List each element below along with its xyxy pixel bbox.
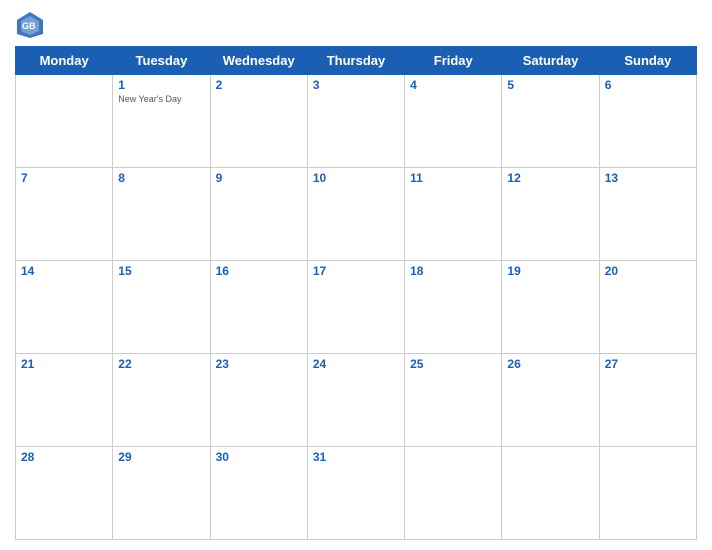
logo: GB	[15, 10, 49, 40]
day-number: 5	[507, 78, 593, 92]
day-number: 16	[216, 264, 302, 278]
calendar-week-4: 21 22 23 24 25 26 27	[16, 354, 697, 447]
calendar-cell: 20	[599, 261, 696, 354]
day-number: 13	[605, 171, 691, 185]
calendar-cell: 13	[599, 168, 696, 261]
calendar-cell: 14	[16, 261, 113, 354]
day-number: 17	[313, 264, 399, 278]
weekday-header-sunday: Sunday	[599, 47, 696, 75]
calendar-cell: 12	[502, 168, 599, 261]
calendar-week-1: 1 New Year's Day 23456	[16, 75, 697, 168]
weekday-header-saturday: Saturday	[502, 47, 599, 75]
calendar-cell: 22	[113, 354, 210, 447]
day-number: 2	[216, 78, 302, 92]
calendar-cell: 18	[405, 261, 502, 354]
day-number: 31	[313, 450, 399, 464]
calendar-table: MondayTuesdayWednesdayThursdayFridaySatu…	[15, 46, 697, 540]
calendar-cell: 1 New Year's Day	[113, 75, 210, 168]
calendar-cell: 16	[210, 261, 307, 354]
day-number: 3	[313, 78, 399, 92]
day-number: 20	[605, 264, 691, 278]
svg-text:GB: GB	[22, 21, 36, 31]
day-number: 19	[507, 264, 593, 278]
calendar-cell	[16, 75, 113, 168]
calendar-cell: 21	[16, 354, 113, 447]
day-number: 7	[21, 171, 107, 185]
calendar-cell: 4	[405, 75, 502, 168]
day-number: 23	[216, 357, 302, 371]
day-number: 6	[605, 78, 691, 92]
day-number: 9	[216, 171, 302, 185]
calendar-cell: 24	[307, 354, 404, 447]
calendar-cell	[502, 447, 599, 540]
calendar-cell: 9	[210, 168, 307, 261]
day-number: 15	[118, 264, 204, 278]
day-number: 18	[410, 264, 496, 278]
calendar-cell: 5	[502, 75, 599, 168]
calendar-cell	[405, 447, 502, 540]
calendar-week-3: 14 15 16 17 18 19 20	[16, 261, 697, 354]
calendar-cell: 29	[113, 447, 210, 540]
calendar-cell: 10	[307, 168, 404, 261]
day-number: 4	[410, 78, 496, 92]
calendar-cell: 6	[599, 75, 696, 168]
day-number: 8	[118, 171, 204, 185]
day-number: 11	[410, 171, 496, 185]
calendar-cell	[599, 447, 696, 540]
weekday-header-thursday: Thursday	[307, 47, 404, 75]
calendar-cell: 8	[113, 168, 210, 261]
day-number: 28	[21, 450, 107, 464]
calendar-cell: 19	[502, 261, 599, 354]
calendar-cell: 11	[405, 168, 502, 261]
weekday-header-friday: Friday	[405, 47, 502, 75]
weekday-header-row: MondayTuesdayWednesdayThursdayFridaySatu…	[16, 47, 697, 75]
calendar-cell: 2	[210, 75, 307, 168]
calendar-week-2: 789 10 11 12 13	[16, 168, 697, 261]
calendar-header: GB	[15, 10, 697, 40]
calendar-cell: 23	[210, 354, 307, 447]
day-number: 29	[118, 450, 204, 464]
logo-icon: GB	[15, 10, 45, 40]
calendar-cell: 30	[210, 447, 307, 540]
calendar-cell: 27	[599, 354, 696, 447]
calendar-week-5: 28 29 30 31	[16, 447, 697, 540]
day-number: 10	[313, 171, 399, 185]
calendar-cell: 3	[307, 75, 404, 168]
weekday-header-wednesday: Wednesday	[210, 47, 307, 75]
calendar-cell: 15	[113, 261, 210, 354]
calendar-cell: 17	[307, 261, 404, 354]
calendar-cell: 25	[405, 354, 502, 447]
day-number: 27	[605, 357, 691, 371]
day-number: 12	[507, 171, 593, 185]
day-number: 30	[216, 450, 302, 464]
calendar-cell: 26	[502, 354, 599, 447]
holiday-label: New Year's Day	[118, 94, 204, 105]
calendar-cell: 28	[16, 447, 113, 540]
weekday-header-tuesday: Tuesday	[113, 47, 210, 75]
day-number: 22	[118, 357, 204, 371]
calendar-cell: 31	[307, 447, 404, 540]
day-number: 14	[21, 264, 107, 278]
day-number: 26	[507, 357, 593, 371]
calendar-cell: 7	[16, 168, 113, 261]
day-number: 24	[313, 357, 399, 371]
day-number: 21	[21, 357, 107, 371]
day-number: 1	[118, 78, 204, 92]
weekday-header-monday: Monday	[16, 47, 113, 75]
day-number: 25	[410, 357, 496, 371]
